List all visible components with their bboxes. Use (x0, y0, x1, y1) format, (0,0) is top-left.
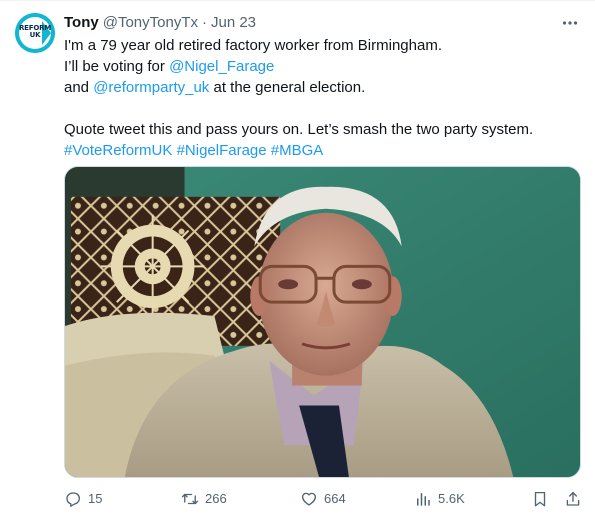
like-count: 664 (324, 491, 346, 506)
author-name[interactable]: Tony (64, 13, 99, 33)
more-options-button[interactable] (560, 13, 580, 33)
author-handle[interactable]: @TonyTonyTx (103, 13, 198, 33)
tweet-text-line-2-prefix: I’ll be voting for (64, 58, 170, 75)
tweet-actions: 15 266 664 5.6K (64, 487, 584, 511)
avatar-label: REFORM UK (15, 25, 55, 39)
hashtag-line: #VoteReformUK #NigelFarage #MBGA (64, 140, 579, 161)
like-button[interactable]: 664 (300, 487, 346, 511)
like-icon (301, 492, 317, 506)
avatar-label-line2: UK (29, 31, 41, 39)
hashtag-nigel-farage[interactable]: #NigelFarage (177, 142, 267, 159)
retweet-button[interactable]: 266 (181, 487, 227, 511)
more-icon (562, 21, 578, 25)
retweet-count: 266 (205, 491, 227, 506)
tweet-text-line-3-suffix: at the general election. (209, 79, 366, 96)
reply-button[interactable]: 15 (64, 487, 102, 511)
bookmark-icon (534, 491, 546, 507)
bookmark-button[interactable] (531, 487, 549, 511)
hashtag-mbga[interactable]: #MBGA (271, 142, 324, 159)
views-icon (417, 493, 430, 506)
photo-elderly-man-icon (65, 167, 580, 477)
tweet-text-line-1: I'm a 79 year old retired factory worker… (64, 37, 442, 54)
share-button[interactable] (564, 487, 582, 511)
header-separator: · (201, 14, 207, 31)
tweet-photo[interactable] (64, 166, 581, 478)
reply-count: 15 (88, 491, 103, 506)
tweet-text: I'm a 79 year old retired factory worker… (64, 35, 579, 161)
tweet-text-line-3-prefix: and (64, 79, 94, 96)
tweet-date[interactable]: Jun 23 (211, 13, 256, 33)
views-button[interactable]: 5.6K (414, 487, 465, 511)
tweet-text-line-3: and @reformparty_uk at the general elect… (64, 77, 579, 98)
tweet-text-line-2: I’ll be voting for @Nigel_Farage (64, 56, 579, 77)
tweet-header: Tony @TonyTonyTx · Jun 23 (64, 13, 256, 33)
share-icon (566, 491, 580, 506)
view-count: 5.6K (438, 491, 465, 506)
mention-nigel-farage[interactable]: @Nigel_Farage (169, 58, 274, 75)
reply-icon (66, 492, 81, 507)
avatar[interactable]: REFORM UK (15, 13, 55, 53)
tweet-card[interactable]: REFORM UK Tony @TonyTonyTx · Jun 23 I'm … (0, 0, 595, 520)
mention-reformparty-uk[interactable]: @reformparty_uk (93, 79, 209, 96)
tweet-text-line-4: Quote tweet this and pass yours on. Let’… (64, 121, 534, 138)
hashtag-vote-reform-uk[interactable]: #VoteReformUK (64, 142, 172, 159)
retweet-icon (181, 493, 199, 505)
